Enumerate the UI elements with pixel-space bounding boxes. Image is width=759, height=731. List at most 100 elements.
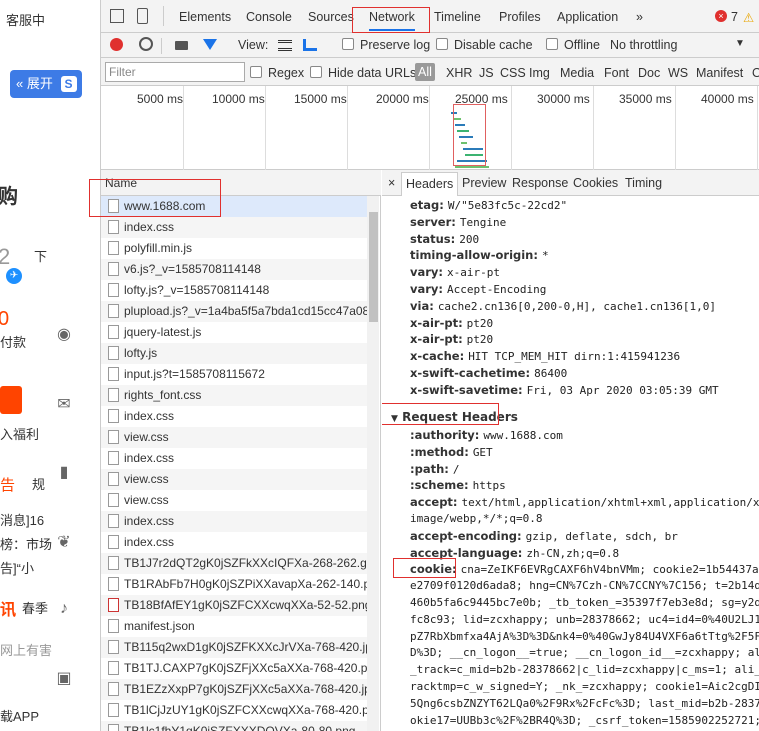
request-row[interactable]: TB1TJ.CAXP7gK0jSZFjXXc5aXXa-768-420.png xyxy=(101,658,367,679)
customer-service-text[interactable]: 客服中 xyxy=(6,10,45,29)
waterfall-icon[interactable] xyxy=(303,39,317,51)
news-item-1[interactable]: 消息]16 xyxy=(0,510,44,529)
request-row[interactable]: manifest.json xyxy=(101,616,367,637)
request-row[interactable]: index.css xyxy=(101,511,367,532)
tab-cookies[interactable]: Cookies xyxy=(573,176,618,190)
chat-icon[interactable]: ◉ xyxy=(54,324,74,344)
request-row[interactable]: view.css xyxy=(101,469,367,490)
throttling-select[interactable]: No throttling xyxy=(610,38,677,52)
regex-checkbox[interactable] xyxy=(250,66,262,78)
filter-type-font[interactable]: Font xyxy=(604,66,629,80)
news-item-2[interactable]: 榜：市场 xyxy=(0,534,52,553)
request-row[interactable]: index.css xyxy=(101,217,367,238)
request-row[interactable]: TB1RAbFb7H0gK0jSZPiXXavapXa-262-140.pn xyxy=(101,574,367,595)
inspect-icon[interactable] xyxy=(110,9,124,23)
tab-timeline[interactable]: Timeline xyxy=(434,10,481,24)
error-count[interactable]: 7 xyxy=(731,10,738,24)
rules-label[interactable]: 规 xyxy=(32,474,45,493)
filter-type-img[interactable]: Img xyxy=(529,66,550,80)
request-row[interactable]: TB1lc1fhY1gK0jSZFXXXDQVXa-80-80.png xyxy=(101,721,367,731)
download-app-text[interactable]: 载APP xyxy=(0,706,39,725)
cookie-highlight xyxy=(393,558,456,578)
filter-type-js[interactable]: JS xyxy=(479,66,494,80)
footprint-icon[interactable]: ❦ xyxy=(54,532,74,552)
request-row[interactable]: plupload.js?_v=1a4ba5f5a7bda1cd15cc47a08 xyxy=(101,301,367,322)
warning-icon[interactable]: ⚠ xyxy=(743,10,754,25)
file-icon xyxy=(108,241,119,255)
offline-label[interactable]: Offline xyxy=(564,38,600,52)
request-row[interactable]: rights_font.css xyxy=(101,385,367,406)
filter-type-xhr[interactable]: XHR xyxy=(446,66,472,80)
spring-text[interactable]: 春季 xyxy=(22,598,48,617)
device-toolbar-icon[interactable] xyxy=(137,8,148,24)
preserve-log-label[interactable]: Preserve log xyxy=(360,38,430,52)
filter-type-manifest[interactable]: Manifest xyxy=(696,66,743,80)
header-value: text/html,application/xhtml+xml,applicat… xyxy=(461,496,759,510)
request-row[interactable]: index.css xyxy=(101,532,367,553)
tab-application[interactable]: Application xyxy=(557,10,618,24)
news-item-3[interactable]: 告]“小 xyxy=(0,558,34,577)
request-row[interactable]: TB1J7r2dQT2gK0jSZFkXXcIQFXa-268-262.gif xyxy=(101,553,367,574)
error-icon[interactable]: × xyxy=(715,10,727,22)
tab-preview[interactable]: Preview xyxy=(462,176,506,190)
request-row[interactable]: TB115q2wxD1gK0jSZFKXXcJrVXa-768-420.jpg xyxy=(101,637,367,658)
request-row[interactable]: view.css xyxy=(101,490,367,511)
request-row[interactable]: input.js?t=1585708115672 xyxy=(101,364,367,385)
filter-icon[interactable] xyxy=(203,39,217,50)
chevron-down-icon[interactable]: ▼ xyxy=(735,38,745,49)
tab-response[interactable]: Response xyxy=(512,176,568,190)
filter-type-doc[interactable]: Doc xyxy=(638,66,660,80)
filter-type-other[interactable]: O xyxy=(752,66,759,80)
mail-icon[interactable]: ✉ xyxy=(54,394,74,414)
offline-checkbox[interactable] xyxy=(546,38,558,50)
devtools-panel: Elements Console Sources Network Timelin… xyxy=(89,0,759,731)
timeline-selection[interactable] xyxy=(453,104,486,166)
capture-screenshots-icon[interactable] xyxy=(175,41,188,50)
record-icon[interactable] xyxy=(110,38,123,51)
tab-elements[interactable]: Elements xyxy=(179,10,231,24)
bookmark-icon[interactable]: ▮ xyxy=(54,462,74,482)
preserve-log-checkbox[interactable] xyxy=(342,38,354,50)
coupon-icon[interactable] xyxy=(0,386,22,414)
request-row[interactable]: TB18BfAfEY1gK0jSZFCXXcwqXXa-52-52.png xyxy=(101,595,367,616)
detail-tabbar: × Headers Preview Response Cookies Timin… xyxy=(382,170,759,196)
disable-cache-label[interactable]: Disable cache xyxy=(454,38,533,52)
request-row[interactable]: polyfill.min.js xyxy=(101,238,367,259)
more-tabs-button[interactable]: » xyxy=(636,10,643,24)
request-row[interactable]: v6.js?_v=1585708114148 xyxy=(101,259,367,280)
request-row[interactable]: TB1lCjJzUY1gK0jSZFCXXcwqXXa-768-420.png xyxy=(101,700,367,721)
filter-input[interactable]: Filter xyxy=(105,62,245,82)
tab-headers[interactable]: Headers xyxy=(401,172,459,196)
header-key: :method: xyxy=(410,444,473,459)
request-row[interactable]: lofty.js?_v=1585708114148 xyxy=(101,280,367,301)
request-row[interactable]: TB1EZzXxpP7gK0jSZFjXXc5aXXa-768-420.jpg xyxy=(101,679,367,700)
hide-data-urls-label[interactable]: Hide data URLs xyxy=(328,66,416,80)
header-value-continued: racktmp=c_w_signed=Y; _nk_=zcxhappy; coo… xyxy=(410,680,759,693)
request-row[interactable]: view.css xyxy=(101,427,367,448)
tab-timing[interactable]: Timing xyxy=(625,176,662,190)
filter-type-all[interactable]: All xyxy=(415,63,435,81)
clear-icon[interactable] xyxy=(139,37,153,51)
request-row[interactable]: index.css xyxy=(101,448,367,469)
filter-type-css[interactable]: CSS xyxy=(500,66,526,80)
timeline-overview[interactable]: 5000 ms 10000 ms 15000 ms 20000 ms 25000… xyxy=(101,86,759,170)
expand-button[interactable]: « 展开 S xyxy=(10,70,82,98)
filter-type-media[interactable]: Media xyxy=(560,66,594,80)
disable-cache-checkbox[interactable] xyxy=(436,38,448,50)
tab-sources[interactable]: Sources xyxy=(308,10,354,24)
large-rows-icon[interactable] xyxy=(278,40,292,51)
request-row[interactable]: lofty.js xyxy=(101,343,367,364)
request-row[interactable]: index.css xyxy=(101,406,367,427)
bell-icon[interactable]: ♪ xyxy=(54,600,74,620)
tab-profiles[interactable]: Profiles xyxy=(499,10,541,24)
regex-label[interactable]: Regex xyxy=(268,66,304,80)
filter-type-ws[interactable]: WS xyxy=(668,66,688,80)
scrollbar-thumb[interactable] xyxy=(369,212,378,322)
request-list-scrollbar[interactable] xyxy=(367,196,379,731)
close-detail-icon[interactable]: × xyxy=(388,176,395,190)
report-text[interactable]: 网上有害 xyxy=(0,640,52,659)
request-row[interactable]: jquery-latest.js xyxy=(101,322,367,343)
tab-console[interactable]: Console xyxy=(246,10,292,24)
hide-data-urls-checkbox[interactable] xyxy=(310,66,322,78)
app-icon[interactable]: ▣ xyxy=(54,668,74,688)
